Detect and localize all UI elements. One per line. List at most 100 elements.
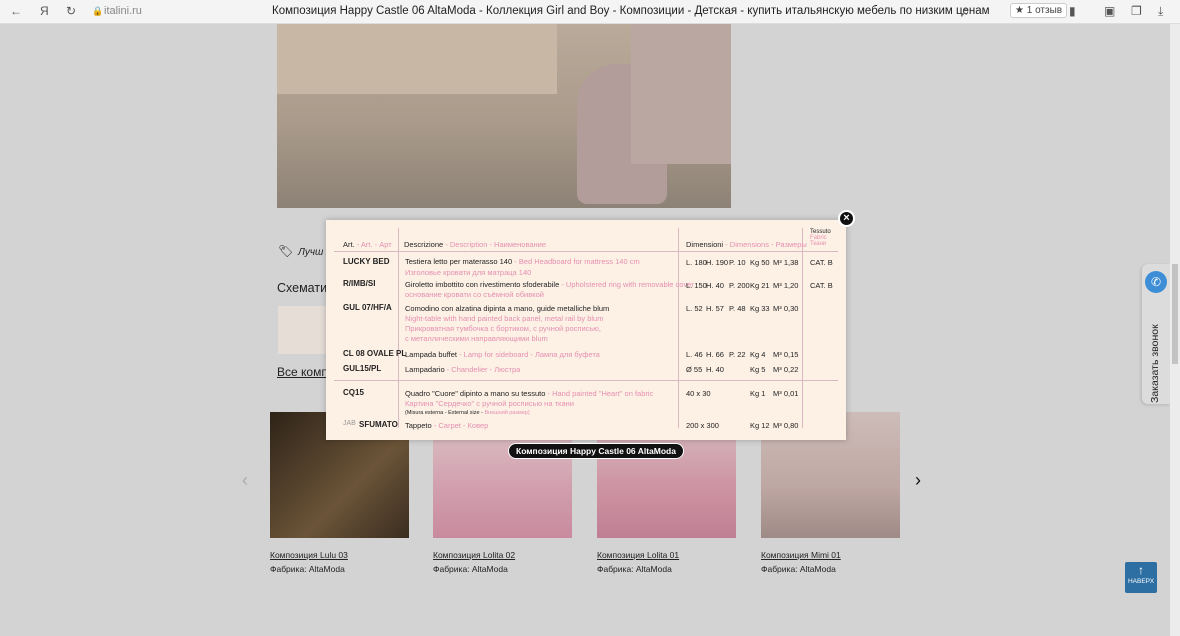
close-modal-button[interactable]: × xyxy=(838,210,855,227)
dim-l: L. 52 xyxy=(686,304,703,313)
row-desc-ru: основание кровати со съёмной обивкой xyxy=(405,290,544,299)
carousel-prev-arrow[interactable]: ‹ xyxy=(242,470,248,491)
dim-kg: Kg 50 xyxy=(750,258,770,267)
product-image xyxy=(277,24,731,208)
fabric-cat: CAT. B xyxy=(810,258,833,267)
download-icon[interactable]: ⤓ xyxy=(1158,4,1163,19)
arrow-up-icon: ↑ xyxy=(1138,563,1144,577)
scrollbar-thumb[interactable] xyxy=(1172,264,1178,364)
fabric-cat: CAT. B xyxy=(810,281,833,290)
row-art-prefix: JAB xyxy=(343,420,356,427)
row-desc: Testiera letto per materasso 140 - Bed H… xyxy=(405,257,640,266)
row-desc: Lampada buffet - Lamp for sideboard - Ла… xyxy=(405,350,600,359)
row-desc: Tappeto - Carpet - Ковер xyxy=(405,421,489,430)
item-factory: Фабрика: AltaModa xyxy=(433,564,508,574)
dim-kg: Kg 5 xyxy=(750,365,766,374)
browser-toolbar: ← Я ↻ 🔒 italini.ru Композиция Happy Cast… xyxy=(0,0,1180,24)
row-desc-ru2: с металлическими направляющими blum xyxy=(405,334,548,343)
header-art: Art. - Art. - Арт xyxy=(343,240,392,249)
dim-size: 200 x 300 xyxy=(686,421,719,430)
chat-icon[interactable]: ❐ xyxy=(1131,4,1142,18)
dim-m3: M³ 1,20 xyxy=(773,281,799,290)
dim-p: P. 10 xyxy=(729,258,746,267)
address-bar[interactable]: italini.ru xyxy=(104,5,142,17)
all-compositions-link[interactable]: Все комп xyxy=(277,365,328,379)
dim-p: P. 200 xyxy=(729,281,750,290)
row-art: R/IMB/SI xyxy=(343,279,376,288)
header-dimensions: Dimensioni - Dimensions - Размеры xyxy=(686,240,807,249)
dim-m3: M³ 0,01 xyxy=(773,389,799,398)
row-note: (Misura esterna - External size - Внешни… xyxy=(405,410,530,416)
dim-m3: M³ 1,38 xyxy=(773,258,799,267)
callback-label: Заказать звонок xyxy=(1149,324,1161,403)
item-link[interactable]: Композиция Lolita 01 xyxy=(597,550,736,560)
row-art: GUL15/PL xyxy=(343,364,382,373)
dim-kg: Kg 1 xyxy=(750,389,766,398)
carousel-next-arrow[interactable]: › xyxy=(915,470,921,491)
headphones-icon[interactable]: ♫ xyxy=(960,4,969,18)
callback-button[interactable]: ✆ Заказать звонок xyxy=(1142,264,1170,404)
row-desc-en: Night-table with hand painted back panel… xyxy=(405,314,604,323)
dim-m3: M³ 0,80 xyxy=(773,421,799,430)
dim-h: H. 190 xyxy=(706,258,729,267)
dim-l: L. 150 xyxy=(686,281,707,290)
dim-p: P. 22 xyxy=(729,350,746,359)
row-desc-ru: Прикроватная тумбочка с бортиком, с ручн… xyxy=(405,324,602,333)
row-desc: Giroletto imbottito con rivestimento sfo… xyxy=(405,280,694,289)
lock-icon: 🔒 xyxy=(92,6,104,16)
tag-icon: 🏷 xyxy=(278,244,294,258)
schematic-thumb[interactable] xyxy=(278,306,328,354)
item-link[interactable]: Композиция Mimi 01 xyxy=(761,550,900,560)
dim-kg: Kg 33 xyxy=(750,304,770,313)
reviews-button[interactable]: ★ 1 отзыв xyxy=(1010,3,1068,18)
row-desc: Lampadario - Chandelier - Люстра xyxy=(405,365,521,374)
page-title: Композиция Happy Castle 06 AltaModa - Ко… xyxy=(272,5,990,17)
schematic-heading: Схемати xyxy=(277,281,328,295)
dim-l: Ø 55 xyxy=(686,365,703,374)
bookmark-icon[interactable]: ▮ xyxy=(1069,4,1076,18)
dim-kg: Kg 4 xyxy=(750,350,766,359)
dim-h: H. 57 xyxy=(706,304,724,313)
row-desc: Comodino con alzatina dipinta a mano, gu… xyxy=(405,304,610,313)
row-art: LUCKY BED xyxy=(343,257,390,266)
scrollbar[interactable] xyxy=(1170,24,1180,636)
reader-icon[interactable]: ▣ xyxy=(1104,4,1115,18)
row-desc-ru: Изголовье кровати для матраца 140 xyxy=(405,268,532,277)
back-icon[interactable]: ← xyxy=(10,4,22,18)
header-description: Descrizione - Description - Наименование xyxy=(404,240,547,249)
spec-sheet-modal: Art. - Art. - Арт Descrizione - Descript… xyxy=(326,220,846,440)
reviews-label: 1 отзыв xyxy=(1026,5,1063,16)
row-desc: Quadro "Cuore" dipinto a mano su tessuto… xyxy=(405,389,654,398)
dim-l: L. 46 xyxy=(686,350,703,359)
row-art: SFUMATO xyxy=(359,420,398,429)
row-art: CL 08 OVALE PL xyxy=(343,349,407,358)
yandex-icon[interactable]: Я xyxy=(40,4,49,18)
row-art: GUL 07/HF/A xyxy=(343,303,392,312)
to-top-label: НАВЕРХ xyxy=(1127,578,1155,585)
dim-m3: M³ 0,30 xyxy=(773,304,799,313)
item-factory: Фабрика: AltaModa xyxy=(761,564,836,574)
row-desc-ru: Картина "Сердечко" с ручной росписью на … xyxy=(405,399,574,408)
header-fabric: Tessuto Fabric Ткани xyxy=(810,229,831,247)
phone-icon: ✆ xyxy=(1145,271,1167,293)
dim-size: 40 x 30 xyxy=(686,389,711,398)
scroll-to-top-button[interactable]: ↑ НАВЕРХ xyxy=(1125,562,1157,593)
row-art: CQ15 xyxy=(343,388,364,397)
dim-h: H. 40 xyxy=(706,281,724,290)
reload-icon[interactable]: ↻ xyxy=(66,4,76,18)
dresser-shape xyxy=(277,24,557,94)
dim-m3: M³ 0,22 xyxy=(773,365,799,374)
item-factory: Фабрика: AltaModa xyxy=(270,564,345,574)
dim-m3: M³ 0,15 xyxy=(773,350,799,359)
dim-h: H. 66 xyxy=(706,350,724,359)
item-factory: Фабрика: AltaModa xyxy=(597,564,672,574)
bed-shape xyxy=(631,24,731,164)
modal-caption: Композиция Happy Castle 06 AltaModa xyxy=(508,443,684,459)
dim-h: H. 40 xyxy=(706,365,724,374)
best-price-label: Лучш xyxy=(298,247,324,258)
dim-l: L. 180 xyxy=(686,258,707,267)
item-link[interactable]: Композиция Lolita 02 xyxy=(433,550,572,560)
dim-p: P. 48 xyxy=(729,304,746,313)
dim-kg: Kg 21 xyxy=(750,281,770,290)
item-link[interactable]: Композиция Lulu 03 xyxy=(270,550,409,560)
